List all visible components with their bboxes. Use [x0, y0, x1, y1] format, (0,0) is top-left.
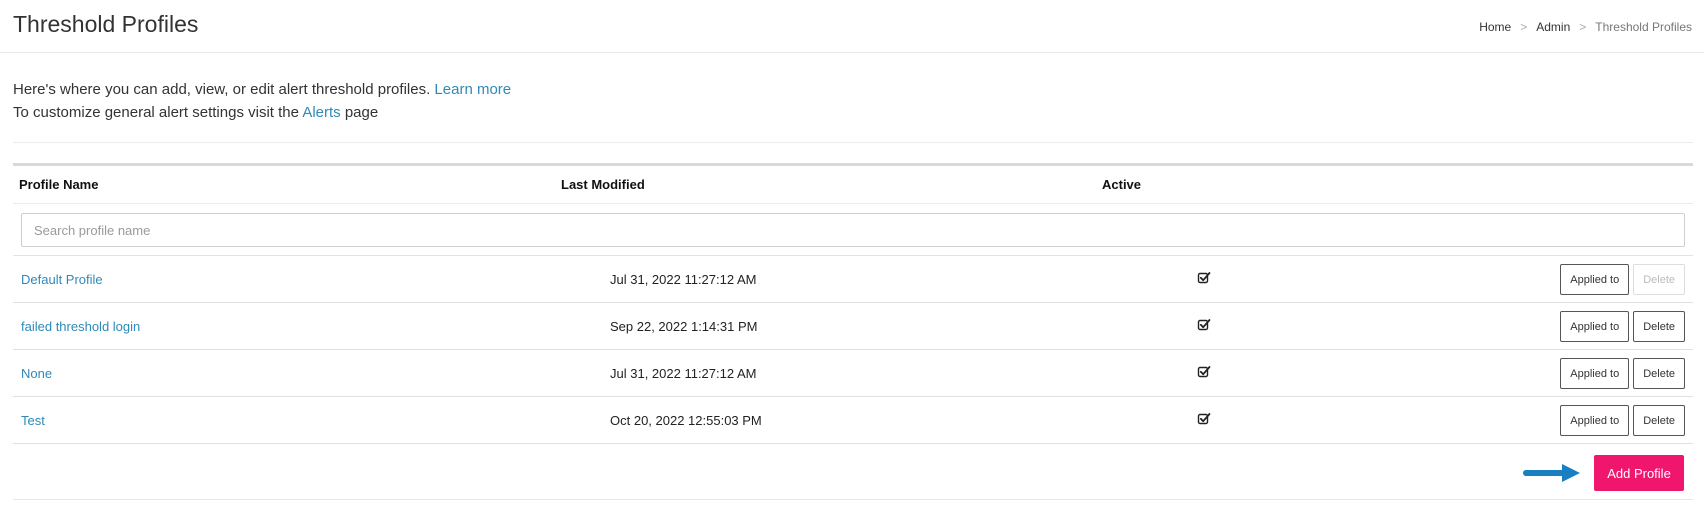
intro-alerts-prefix: To customize general alert settings visi… — [13, 104, 299, 121]
applied-to-button[interactable]: Applied to — [1560, 311, 1630, 342]
section-divider — [13, 142, 1693, 143]
learn-more-link[interactable]: Learn more — [434, 81, 511, 98]
checkbox-checked-icon — [1197, 272, 1211, 284]
add-profile-button[interactable]: Add Profile — [1594, 455, 1684, 491]
last-modified-value: Jul 31, 2022 11:27:12 AM — [610, 366, 757, 381]
profile-name-link[interactable]: None — [21, 365, 52, 382]
arrow-right-icon — [1523, 464, 1580, 482]
checkbox-checked-icon — [1197, 366, 1211, 378]
table-row: None Jul 31, 2022 11:27:12 AM Applied to… — [13, 350, 1693, 397]
applied-to-button[interactable]: Applied to — [1560, 264, 1630, 295]
last-modified-value: Sep 22, 2022 1:14:31 PM — [610, 319, 758, 334]
applied-to-button[interactable]: Applied to — [1560, 405, 1630, 436]
intro-line-2: To customize general alert settings visi… — [13, 101, 511, 124]
checkbox-checked-icon — [1197, 319, 1211, 331]
table-body: Default Profile Jul 31, 2022 11:27:12 AM… — [13, 256, 1693, 444]
column-header-last-modified: Last Modified — [561, 177, 645, 192]
delete-button[interactable]: Delete — [1633, 405, 1685, 436]
column-header-active: Active — [1102, 177, 1142, 192]
breadcrumb-home[interactable]: Home — [1479, 18, 1511, 36]
breadcrumb-current: Threshold Profiles — [1595, 20, 1692, 34]
intro-line-1: Here's where you can add, view, or edit … — [13, 78, 511, 101]
search-row — [13, 204, 1693, 256]
row-actions: Applied to Delete — [1560, 405, 1685, 436]
search-input[interactable] — [21, 213, 1685, 247]
row-actions: Applied to Delete — [1560, 311, 1685, 342]
active-indicator — [1197, 412, 1211, 430]
delete-button[interactable]: Delete — [1633, 358, 1685, 389]
profile-name-link[interactable]: Test — [21, 412, 45, 429]
profile-name-link[interactable]: Default Profile — [21, 271, 103, 288]
table-footer: Add Profile — [13, 444, 1693, 500]
breadcrumb-separator: > — [1579, 20, 1587, 34]
applied-to-button[interactable]: Applied to — [1560, 358, 1630, 389]
alerts-link[interactable]: Alerts — [302, 104, 340, 121]
checkbox-checked-icon — [1197, 413, 1211, 425]
row-actions: Applied to Delete — [1560, 264, 1685, 295]
intro-alerts-suffix: page — [344, 104, 379, 121]
intro-description: Here's where you can add, view, or edit … — [13, 81, 431, 98]
delete-button[interactable]: Delete — [1633, 311, 1685, 342]
table-header: Profile Name Last Modified Active — [13, 166, 1693, 204]
table-row: Test Oct 20, 2022 12:55:03 PM Applied to… — [13, 397, 1693, 444]
breadcrumb-separator: > — [1520, 20, 1528, 34]
active-indicator — [1197, 318, 1211, 336]
last-modified-value: Jul 31, 2022 11:27:12 AM — [610, 272, 757, 287]
delete-button: Delete — [1633, 264, 1685, 295]
breadcrumb: Home > Admin > Threshold Profiles — [1479, 18, 1692, 36]
row-actions: Applied to Delete — [1560, 358, 1685, 389]
profile-name-link[interactable]: failed threshold login — [21, 318, 140, 335]
intro-text: Here's where you can add, view, or edit … — [13, 78, 511, 124]
table-row: Default Profile Jul 31, 2022 11:27:12 AM… — [13, 256, 1693, 303]
table-row: failed threshold login Sep 22, 2022 1:14… — [13, 303, 1693, 350]
profiles-table: Profile Name Last Modified Active Defaul… — [13, 163, 1693, 500]
active-indicator — [1197, 271, 1211, 289]
last-modified-value: Oct 20, 2022 12:55:03 PM — [610, 413, 762, 428]
page-title: Threshold Profiles — [13, 11, 199, 37]
page-header: Threshold Profiles Home > Admin > Thresh… — [0, 0, 1704, 53]
breadcrumb-admin[interactable]: Admin — [1536, 18, 1570, 36]
active-indicator — [1197, 365, 1211, 383]
column-header-profile-name: Profile Name — [19, 177, 99, 192]
